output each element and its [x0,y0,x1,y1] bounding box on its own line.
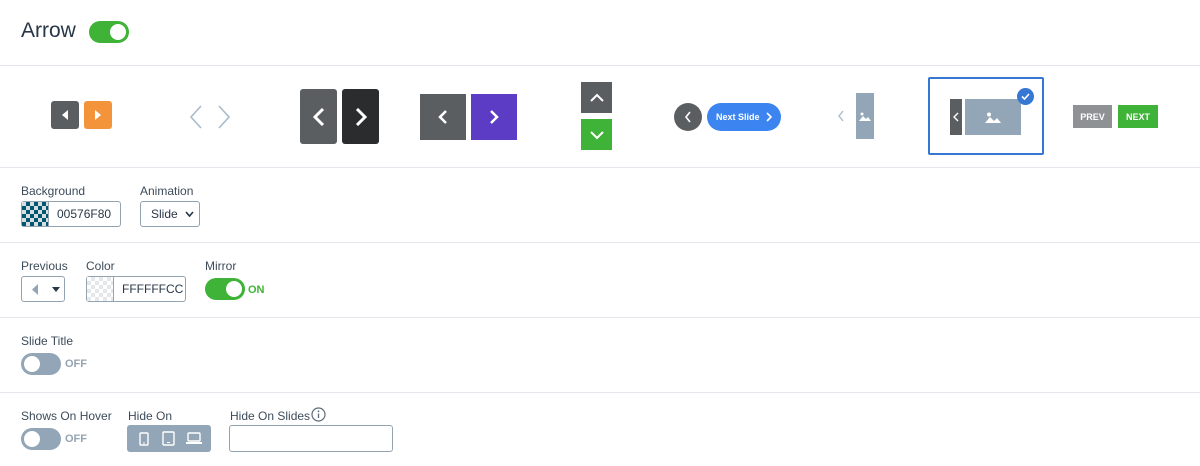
previous-label: Previous [21,259,68,273]
chevron-left-icon [189,105,202,129]
style-5-down-button[interactable] [581,119,612,150]
toggle-knob [24,431,40,447]
style-8-prev-button [950,99,962,135]
style-6-next-pill[interactable]: Next Slide [707,103,781,131]
previous-icon-select[interactable] [21,276,65,302]
image-icon [985,112,1001,123]
style-8-selected-card[interactable] [928,77,1044,155]
hide-on-devices [127,425,211,452]
slide-title-state: OFF [65,358,87,370]
background-label: Background [21,184,86,198]
shows-on-hover-state: OFF [65,433,87,445]
next-label: NEXT [1125,111,1150,122]
color-label: Color [86,259,115,273]
toggle-knob [110,24,126,40]
color-swatch[interactable] [87,277,114,301]
laptop-icon[interactable] [183,428,205,450]
chevron-down-icon [589,130,604,139]
toggle-knob [226,281,242,297]
arrow-color-value: FFFFFFCC [122,282,184,296]
arrow-enable-toggle[interactable] [89,21,129,43]
chevron-right-icon [218,105,231,129]
caret-left-icon [32,284,38,295]
style-7-image-thumb[interactable] [856,93,874,139]
hide-on-label: Hide On [128,409,173,423]
background-color-value: 00576F80 [57,207,112,221]
style-7-prev-button[interactable] [834,109,848,123]
style-3-prev-button[interactable] [300,89,337,144]
chevron-left-icon [438,110,447,124]
chevron-left-icon [312,107,324,126]
mobile-icon[interactable] [133,428,155,450]
mirror-label: Mirror [205,259,237,273]
hide-on-slides-input[interactable] [229,425,393,452]
chevron-right-icon [765,112,772,122]
style-2-prev-button[interactable] [186,104,206,130]
style-9-next-button[interactable]: NEXT [1118,105,1158,128]
prev-label: PREV [1080,111,1105,122]
slide-title-toggle[interactable] [21,353,61,375]
style-4-next-button[interactable] [471,94,517,140]
style-4-prev-button[interactable] [420,94,466,140]
mirror-toggle[interactable] [205,278,245,300]
caret-right-icon [95,110,101,120]
image-icon [859,112,871,121]
arrow-style-gallery: Next Slide PREV NEXT [0,66,1200,168]
animation-select[interactable]: Slide [140,201,200,227]
tablet-icon[interactable] [158,428,180,450]
chevron-left-icon [838,110,844,122]
hide-on-slides-label: Hide On Slides [230,409,311,423]
section-title: Arrow [21,19,76,42]
caret-down-icon [52,287,60,292]
caret-left-icon [62,110,68,120]
chevron-left-icon [953,112,959,122]
style-3-next-button[interactable] [342,89,379,144]
shows-on-hover-label: Shows On Hover [21,409,112,423]
toggle-knob [24,356,40,372]
slide-title-label: Slide Title [21,334,74,348]
info-icon[interactable] [311,407,326,422]
chevron-down-icon [185,211,194,218]
chevron-up-icon [589,93,604,102]
slide-title-row [0,318,1200,393]
style-2-next-button[interactable] [214,104,234,130]
style-1-prev-button[interactable] [51,101,79,129]
chevron-left-icon [684,111,691,123]
style-9-prev-button[interactable]: PREV [1073,105,1112,128]
animation-value: Slide [151,207,178,221]
mirror-state: ON [248,284,265,296]
style-6-prev-button[interactable] [674,103,702,131]
style-5-up-button[interactable] [581,82,612,113]
background-color-picker[interactable]: 00576F80 [21,201,121,227]
selected-check-icon [1017,88,1034,105]
style-8-image-thumb [965,99,1021,135]
animation-label: Animation [140,184,194,198]
chevron-right-icon [355,107,367,126]
shows-on-hover-toggle[interactable] [21,428,61,450]
chevron-right-icon [490,110,499,124]
background-swatch[interactable] [22,202,49,226]
arrow-color-picker[interactable]: FFFFFFCC [86,276,186,302]
arrow-header: Arrow [0,0,1200,66]
next-slide-label: Next Slide [716,112,760,122]
style-1-next-button[interactable] [84,101,112,129]
